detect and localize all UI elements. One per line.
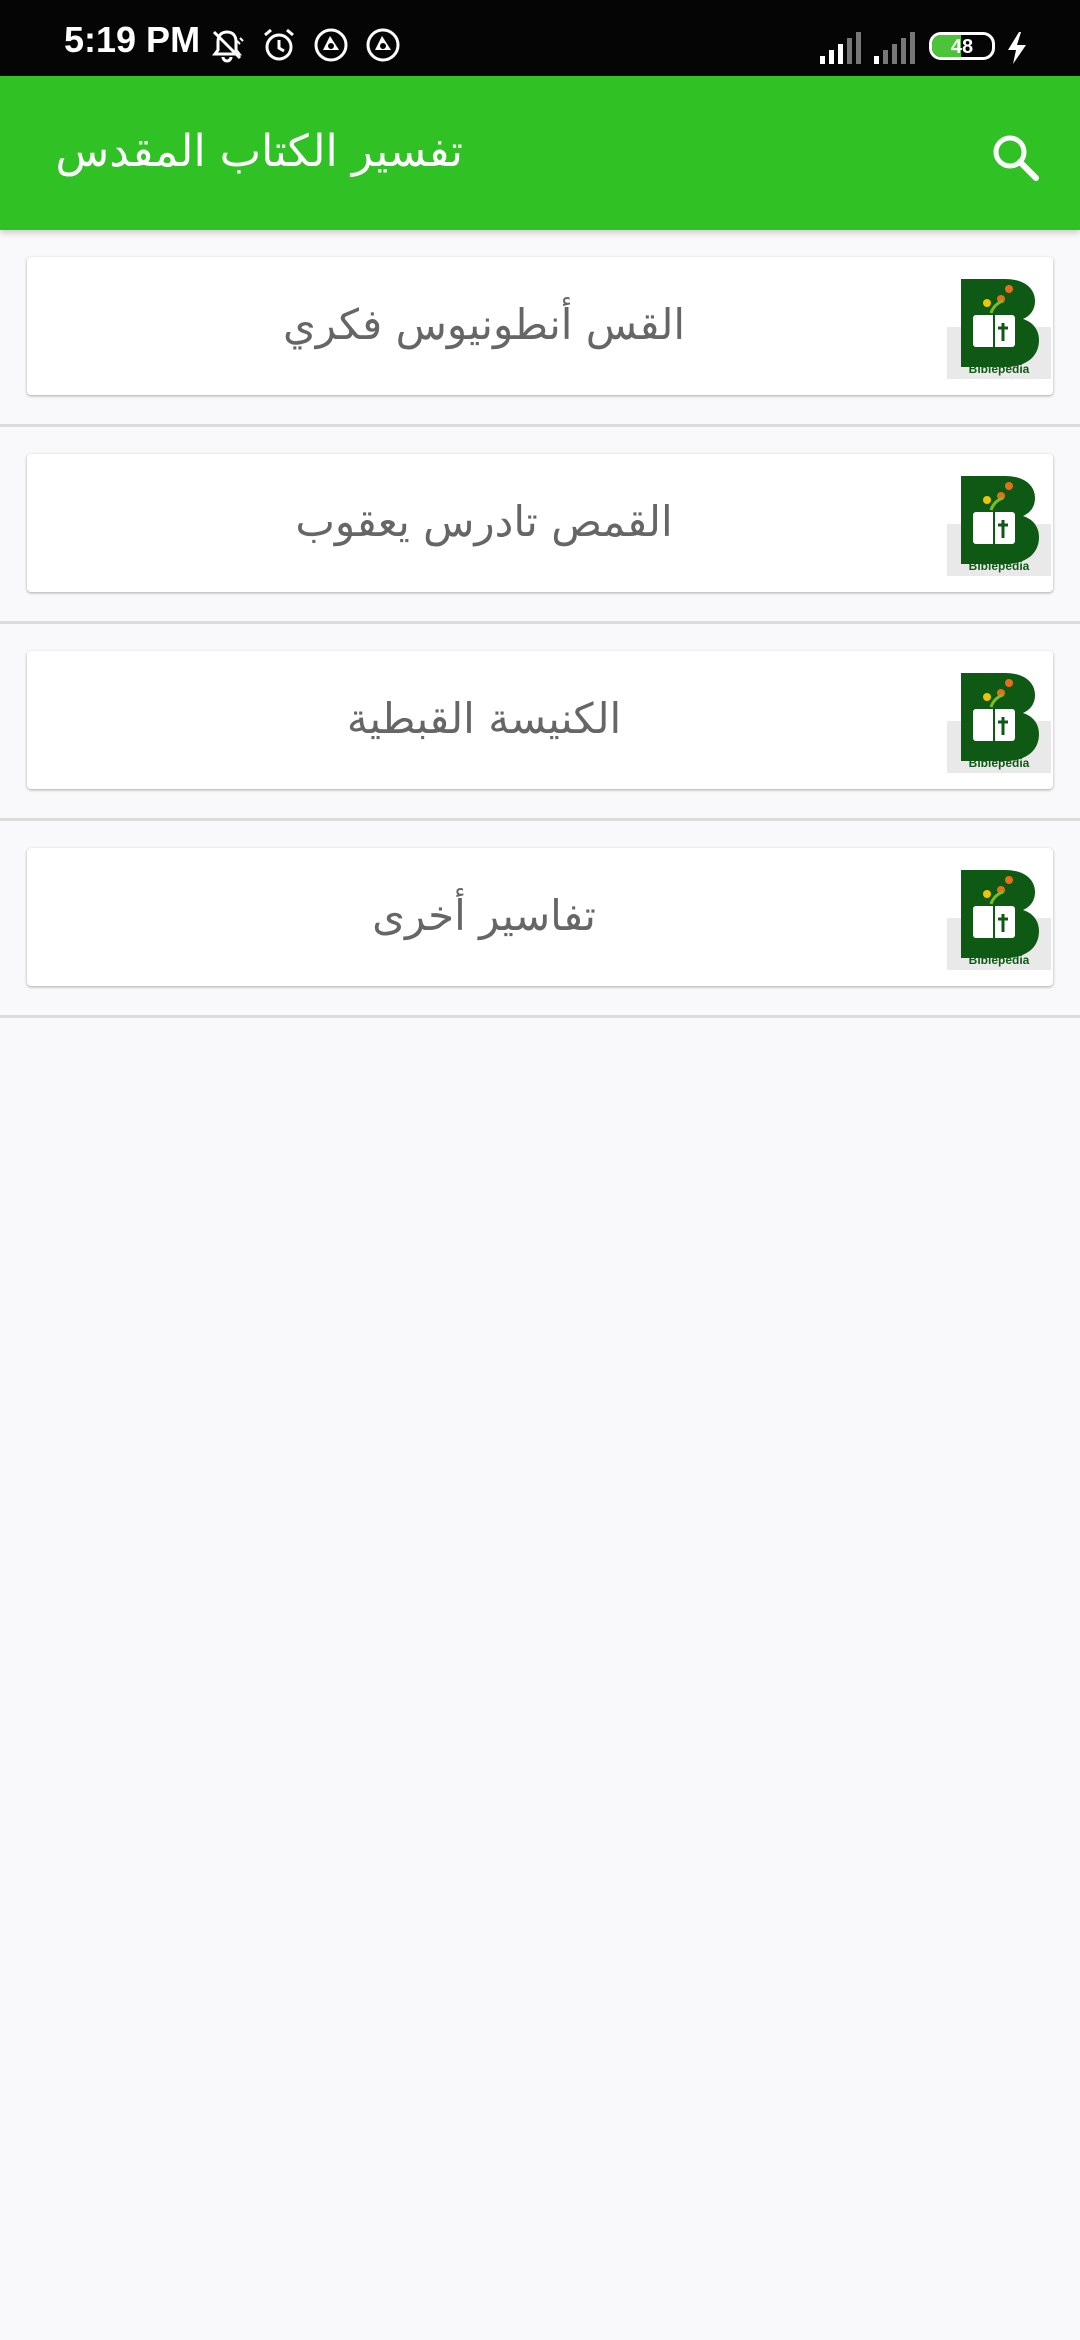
list-item[interactable]: الكنيسة القبطية Biblepedia xyxy=(0,624,1080,821)
list-item-label: القس أنطونيوس فكري xyxy=(282,300,686,349)
logo-text: Biblepedia xyxy=(969,362,1030,376)
status-icons-left xyxy=(208,26,402,68)
logo-text: Biblepedia xyxy=(969,953,1030,967)
biblepedia-logo-icon: Biblepedia xyxy=(947,669,1051,773)
alarm-icon xyxy=(260,26,298,68)
battery-level: 48 xyxy=(950,36,974,58)
charging-icon xyxy=(1004,30,1030,70)
list-item-card[interactable]: القس أنطونيوس فكري Biblepedia xyxy=(27,257,1053,395)
logo-text: Biblepedia xyxy=(969,756,1030,770)
list-item-label: تفاسير أخرى xyxy=(372,891,596,940)
list-item-card[interactable]: الكنيسة القبطية Biblepedia xyxy=(27,651,1053,789)
list-item-card[interactable]: تفاسير أخرى Biblepedia xyxy=(27,848,1053,986)
biblepedia-logo-icon: Biblepedia xyxy=(947,275,1051,379)
biblepedia-logo-icon: Biblepedia xyxy=(947,472,1051,576)
status-bar: 5:19 PM 48 xyxy=(0,0,1080,76)
biblepedia-logo-icon: Biblepedia xyxy=(947,866,1051,970)
sync-icon xyxy=(312,26,350,68)
commentary-list: القس أنطونيوس فكري Biblepedia القمص تادر… xyxy=(0,230,1080,1018)
battery-icon: 48 xyxy=(929,32,995,60)
signal-icon xyxy=(818,30,862,70)
list-item[interactable]: تفاسير أخرى Biblepedia xyxy=(0,821,1080,1018)
list-item-label: القمص تادرس يعقوب xyxy=(295,497,673,546)
signal-icon xyxy=(872,30,916,70)
status-time: 5:19 PM xyxy=(64,19,201,60)
list-item-label: الكنيسة القبطية xyxy=(346,694,622,743)
list-item[interactable]: القس أنطونيوس فكري Biblepedia xyxy=(0,230,1080,427)
app-bar: تفسير الكتاب المقدس xyxy=(0,76,1080,230)
search-icon xyxy=(988,130,1042,188)
list-item[interactable]: القمص تادرس يعقوب Biblepedia xyxy=(0,427,1080,624)
logo-text: Biblepedia xyxy=(969,559,1030,573)
list-item-card[interactable]: القمص تادرس يعقوب Biblepedia xyxy=(27,454,1053,592)
app-title: تفسير الكتاب المقدس xyxy=(55,126,463,177)
mute-vibrate-icon xyxy=(208,26,246,68)
search-button[interactable] xyxy=(980,124,1050,194)
sync-icon xyxy=(364,26,402,68)
